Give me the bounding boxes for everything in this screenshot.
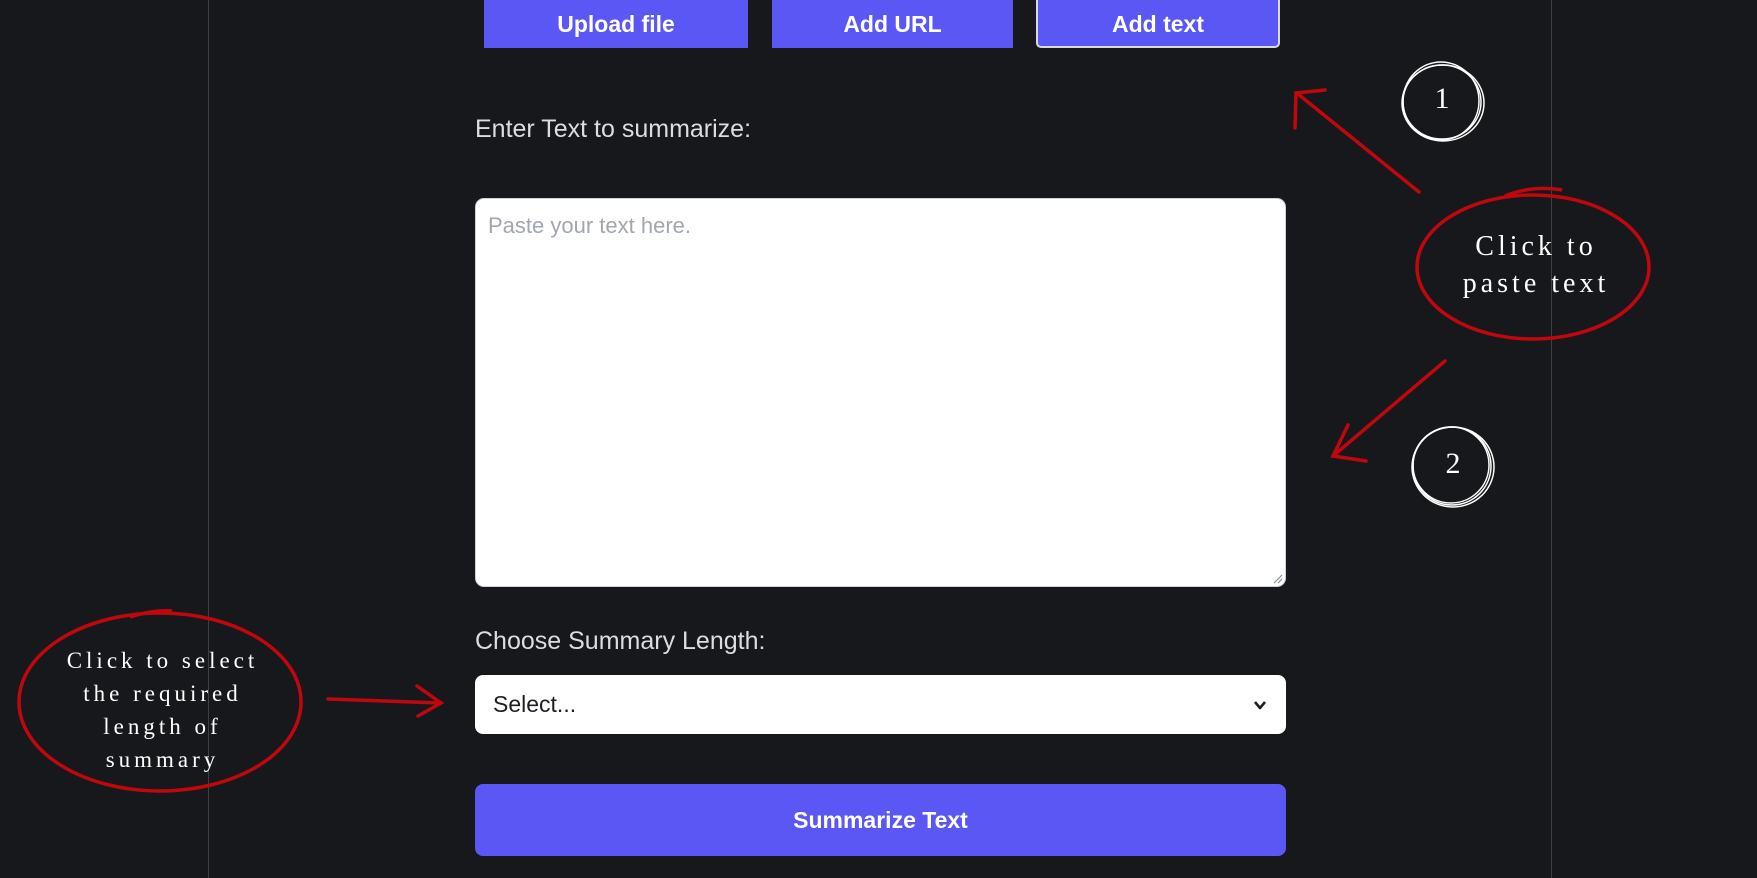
tab-add-url[interactable]: Add URL bbox=[772, 0, 1013, 48]
resize-grip-icon[interactable] bbox=[1271, 572, 1283, 584]
right-divider bbox=[1551, 0, 1552, 878]
summary-length-value: Select... bbox=[493, 691, 577, 717]
chevron-down-icon bbox=[1254, 700, 1266, 709]
left-note-line: Click to select bbox=[66, 648, 259, 673]
tab-upload-file[interactable]: Upload file bbox=[484, 0, 748, 48]
step-2-number: 2 bbox=[1445, 447, 1461, 480]
left-note-line: summary bbox=[105, 747, 220, 772]
right-note-text: Click to paste text bbox=[1426, 228, 1646, 302]
step-1-number: 1 bbox=[1434, 82, 1450, 115]
left-note-text: Click to select the required length of s… bbox=[40, 644, 285, 776]
summary-length-label: Choose Summary Length: bbox=[475, 627, 766, 655]
summary-length-select[interactable]: Select... bbox=[475, 675, 1286, 734]
text-input-label: Enter Text to summarize: bbox=[475, 115, 752, 143]
text-input[interactable] bbox=[475, 198, 1286, 587]
summarize-button[interactable]: Summarize Text bbox=[475, 784, 1286, 856]
arrow-to-select bbox=[326, 684, 445, 718]
left-note-line: the required bbox=[83, 681, 242, 706]
right-note-line: Click to bbox=[1475, 231, 1597, 262]
right-note-line: paste text bbox=[1462, 268, 1610, 299]
arrow-to-add-text bbox=[1293, 88, 1421, 194]
left-note-line: length of bbox=[103, 714, 222, 739]
tab-add-text[interactable]: Add text bbox=[1036, 0, 1280, 48]
arrow-to-textarea bbox=[1330, 359, 1447, 463]
